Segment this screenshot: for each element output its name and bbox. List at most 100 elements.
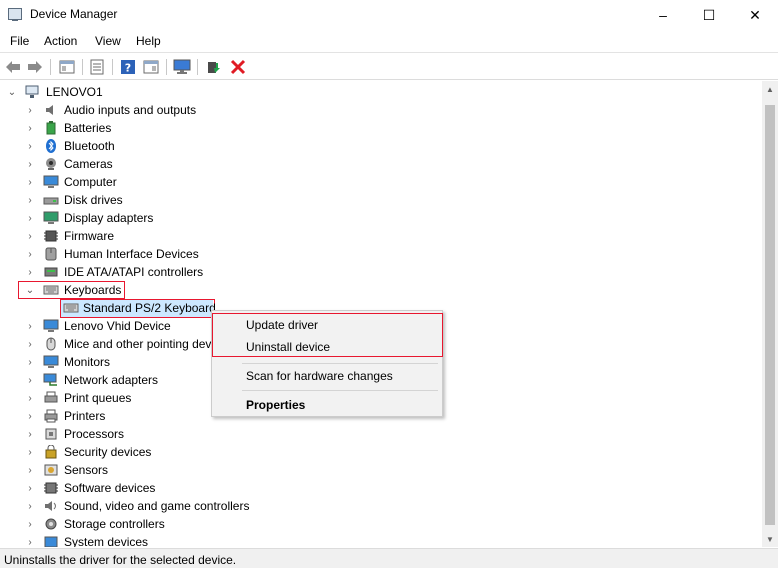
tree-item-sound-video[interactable]: › Sound, video and game controllers xyxy=(0,497,762,515)
network-adapter-icon xyxy=(43,373,57,386)
sound-video-icon xyxy=(45,501,56,511)
chevron-down-icon[interactable]: ⌄ xyxy=(7,87,17,98)
chevron-right-icon[interactable]: › xyxy=(25,141,35,152)
chevron-right-icon[interactable]: › xyxy=(25,483,35,494)
tree-root-label: LENOVO1 xyxy=(46,85,103,99)
chevron-right-icon[interactable]: › xyxy=(25,357,35,368)
scroll-down-arrow-icon[interactable]: ▼ xyxy=(762,531,778,547)
tree-item-hid[interactable]: › Human Interface Devices xyxy=(0,245,762,263)
action-pane-button[interactable] xyxy=(142,58,160,76)
chevron-right-icon[interactable]: › xyxy=(25,393,35,404)
tree-item-sensors[interactable]: › Sensors xyxy=(0,461,762,479)
scroll-up-arrow-icon[interactable]: ▲ xyxy=(762,81,778,97)
properties-toolbar-button[interactable] xyxy=(88,58,106,76)
tree-root-row[interactable]: ⌄ LENOVO1 xyxy=(0,83,762,101)
menu-help[interactable]: Help xyxy=(136,34,161,48)
tree-item-processors[interactable]: › Processors xyxy=(0,425,762,443)
chevron-right-icon[interactable]: › xyxy=(25,213,35,224)
forward-arrow-icon xyxy=(28,61,42,73)
chevron-right-icon[interactable]: › xyxy=(25,231,35,242)
chevron-right-icon[interactable]: › xyxy=(25,501,35,512)
chevron-right-icon[interactable]: › xyxy=(25,465,35,476)
tree-item-label: Bluetooth xyxy=(64,139,115,153)
tree-item-label: Standard PS/2 Keyboard xyxy=(83,301,216,315)
battery-icon xyxy=(46,121,56,135)
keyboard-icon xyxy=(43,285,59,295)
speaker-icon xyxy=(46,105,53,115)
chevron-right-icon[interactable]: › xyxy=(25,177,35,188)
chevron-right-icon[interactable]: › xyxy=(25,105,35,116)
chevron-right-icon[interactable]: › xyxy=(25,447,35,458)
chevron-right-icon[interactable]: › xyxy=(25,375,35,386)
tree-item-security-devices[interactable]: › Security devices xyxy=(0,443,762,461)
tree-item-batteries[interactable]: › Batteries xyxy=(0,119,762,137)
tree-item-label: Audio inputs and outputs xyxy=(64,103,197,117)
tree-item-bluetooth[interactable]: › Bluetooth xyxy=(0,137,762,155)
tree-item-label: Keyboards xyxy=(64,283,122,297)
system-device-icon xyxy=(44,536,58,547)
uninstall-device-button[interactable] xyxy=(229,58,247,76)
tree-item-system-devices[interactable]: › System devices xyxy=(0,533,762,547)
menu-item-scan-hardware[interactable]: Scan for hardware changes xyxy=(212,365,442,387)
chevron-right-icon[interactable]: › xyxy=(25,267,35,278)
help-toolbar-button[interactable]: ? xyxy=(119,58,137,76)
tree-item-storage-controllers[interactable]: › Storage controllers xyxy=(0,515,762,533)
tree-item-label: Sensors xyxy=(64,463,109,477)
tree-item-display-adapters[interactable]: › Display adapters xyxy=(0,209,762,227)
chevron-right-icon[interactable]: › xyxy=(25,339,35,350)
menu-separator xyxy=(242,390,438,391)
tree-item-firmware[interactable]: › Firmware xyxy=(0,227,762,245)
back-button[interactable] xyxy=(4,58,22,76)
menu-file[interactable]: File xyxy=(10,34,29,48)
scan-hardware-button[interactable] xyxy=(173,58,191,76)
toolbar-separator xyxy=(166,59,167,75)
sensor-icon xyxy=(44,464,58,476)
chevron-right-icon[interactable]: › xyxy=(25,195,35,206)
minimize-button[interactable]: – xyxy=(640,0,686,30)
vertical-scrollbar[interactable]: ▲ ▼ xyxy=(762,81,778,547)
chevron-right-icon[interactable]: › xyxy=(25,537,35,548)
hid-icon xyxy=(45,247,57,261)
chevron-right-icon[interactable]: › xyxy=(25,411,35,422)
tree-item-keyboards[interactable]: ⌄ Keyboards xyxy=(0,281,762,299)
update-driver-button[interactable] xyxy=(205,58,223,76)
tree-item-software-devices[interactable]: › Software devices xyxy=(0,479,762,497)
toolbar-separator xyxy=(82,59,83,75)
tree-item-label: Storage controllers xyxy=(64,517,165,531)
device-manager-app-icon xyxy=(8,8,22,21)
close-button[interactable]: ✕ xyxy=(732,0,778,30)
tree-item-label: Firmware xyxy=(64,229,114,243)
menu-view[interactable]: View xyxy=(95,34,121,48)
computer-root-icon xyxy=(25,85,39,98)
tree-item-disk-drives[interactable]: › Disk drives xyxy=(0,191,762,209)
show-hide-console-tree-button[interactable] xyxy=(58,58,76,76)
software-device-icon xyxy=(44,482,58,494)
tree-item-label: Batteries xyxy=(64,121,112,135)
tree-item-audio[interactable]: › Audio inputs and outputs xyxy=(0,101,762,119)
chevron-down-icon[interactable]: ⌄ xyxy=(25,285,35,296)
tree-item-label: Network adapters xyxy=(64,373,159,387)
menu-item-properties[interactable]: Properties xyxy=(212,394,442,416)
menu-action[interactable]: Action xyxy=(44,34,77,48)
chevron-right-icon[interactable]: › xyxy=(25,123,35,134)
chevron-right-icon[interactable]: › xyxy=(25,321,35,332)
chevron-right-icon[interactable]: › xyxy=(25,249,35,260)
forward-button[interactable] xyxy=(26,58,44,76)
tree-item-ide[interactable]: › IDE ATA/ATAPI controllers xyxy=(0,263,762,281)
chevron-right-icon[interactable]: › xyxy=(25,429,35,440)
tree-item-computer[interactable]: › Computer xyxy=(0,173,762,191)
console-tree-icon xyxy=(59,60,75,74)
menu-bar: File Action View Help xyxy=(0,30,778,52)
tree-item-cameras[interactable]: › Cameras xyxy=(0,155,762,173)
maximize-button[interactable]: ☐ xyxy=(686,0,732,30)
update-driver-icon xyxy=(208,62,220,73)
svg-text:?: ? xyxy=(125,62,131,75)
chevron-right-icon[interactable]: › xyxy=(25,519,35,530)
mouse-icon xyxy=(46,337,56,351)
tree-item-label: IDE ATA/ATAPI controllers xyxy=(64,265,204,279)
computer-icon xyxy=(43,175,59,188)
chevron-right-icon[interactable]: › xyxy=(25,159,35,170)
scrollbar-thumb[interactable] xyxy=(765,105,775,525)
status-bar: Uninstalls the driver for the selected d… xyxy=(0,548,778,568)
window-title: Device Manager xyxy=(30,7,118,21)
